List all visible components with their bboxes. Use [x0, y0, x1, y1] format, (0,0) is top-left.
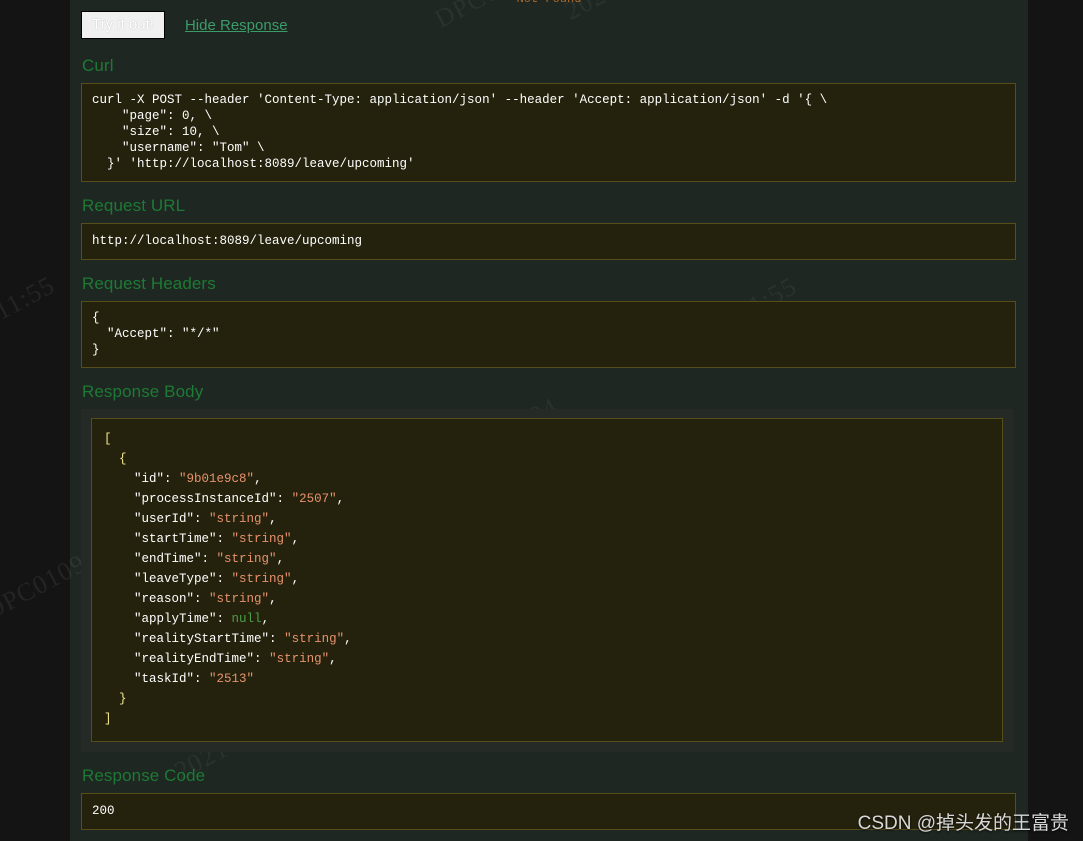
json-token: "string"	[269, 652, 330, 666]
hide-response-link[interactable]: Hide Response	[185, 17, 288, 34]
response-body-wrapper: [ { "id": "9b01e9c8", "processInstanceId…	[81, 409, 1013, 752]
curl-heading: Curl	[82, 56, 114, 75]
request-url-code-block: http://localhost:8089/leave/upcoming	[81, 223, 1016, 260]
json-token: {	[119, 452, 127, 466]
json-token: :	[194, 512, 210, 526]
request-headers-heading: Request Headers	[82, 274, 216, 293]
json-token: "string"	[209, 512, 270, 526]
json-token: ,	[336, 492, 345, 506]
json-token: "id"	[134, 472, 165, 486]
json-token: :	[276, 492, 292, 506]
json-token: "2507"	[291, 492, 337, 506]
json-token: "string"	[209, 592, 270, 606]
json-token: ,	[276, 552, 285, 566]
json-token: :	[254, 652, 270, 666]
request-headers-code-block: { "Accept": "*/*" }	[81, 301, 1016, 368]
json-token: "realityEndTime"	[134, 652, 255, 666]
json-token: :	[194, 592, 210, 606]
json-token: }	[119, 692, 127, 706]
json-token: ,	[344, 632, 352, 646]
json-token: "applyTime"	[134, 612, 217, 626]
json-token: ,	[261, 612, 270, 626]
json-token: :	[269, 632, 285, 646]
json-token: "string"	[284, 632, 345, 646]
json-token: "9b01e9c8"	[179, 472, 255, 486]
json-token: "string"	[216, 552, 277, 566]
try-it-out-button[interactable]: Try it out!	[81, 11, 165, 39]
response-code-heading: Response Code	[82, 766, 206, 785]
json-token: "reason"	[134, 592, 195, 606]
json-token: ,	[329, 652, 337, 666]
json-token: "string"	[231, 532, 292, 546]
response-body-heading: Response Body	[82, 382, 204, 401]
json-token: "leaveType"	[134, 572, 217, 586]
json-token: :	[164, 472, 180, 486]
json-token: "endTime"	[134, 552, 202, 566]
json-token: "processInstanceId"	[134, 492, 277, 506]
json-token: "realityStartTime"	[134, 632, 270, 646]
json-token: :	[216, 612, 232, 626]
json-token: "2513"	[209, 672, 255, 686]
action-row: Try it out! Hide Response	[81, 0, 1016, 42]
json-token: ,	[269, 512, 277, 526]
json-token: null	[231, 612, 262, 626]
json-token: "taskId"	[134, 672, 195, 686]
csdn-credit-watermark: CSDN @掉头发的王富贵	[857, 813, 1069, 834]
json-token: "userId"	[134, 512, 195, 526]
response-body-code-block: [ { "id": "9b01e9c8", "processInstanceId…	[91, 418, 1003, 742]
json-token: :	[201, 552, 217, 566]
json-token: ]	[104, 712, 112, 726]
swagger-response-panel: DPC010942021-12-03DPC0109417:11:552021-1…	[70, 0, 1028, 841]
json-token: ,	[269, 592, 277, 606]
json-token: [	[104, 432, 112, 446]
json-token: :	[216, 572, 232, 586]
screenshot-root: 11:55DPC01094 DPC010942021-12-03DPC01094…	[0, 0, 1083, 841]
background-watermark: 11:55	[0, 270, 60, 326]
json-token: ,	[291, 532, 300, 546]
json-token: :	[216, 532, 232, 546]
curl-code-block: curl -X POST --header 'Content-Type: app…	[81, 83, 1016, 182]
request-url-heading: Request URL	[82, 196, 186, 215]
json-token: "startTime"	[134, 532, 217, 546]
json-token: :	[194, 672, 210, 686]
json-token: ,	[291, 572, 300, 586]
json-token: "string"	[231, 572, 292, 586]
json-token: ,	[254, 472, 262, 486]
